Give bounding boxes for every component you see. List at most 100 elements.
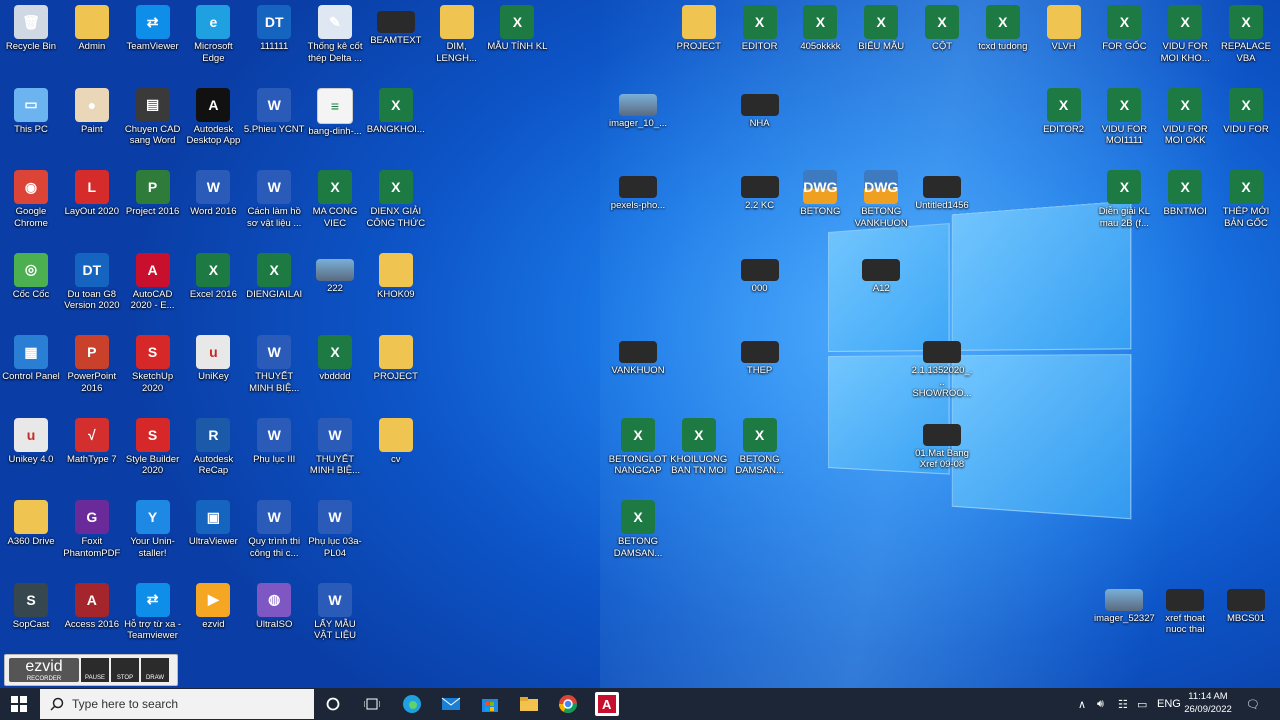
desktop-icon[interactable]: xref thoat nuoc thai (1154, 583, 1216, 636)
store-taskbar-icon[interactable] (478, 692, 502, 716)
desktop-icon[interactable]: X VIDU FOR (1215, 88, 1277, 136)
desktop-icon[interactable]: Xtcxd tudong (972, 5, 1034, 53)
file-explorer-taskbar-icon[interactable] (517, 692, 541, 716)
desktop-icon[interactable]: X THÉP MỚI BẢN GỐC (1215, 170, 1277, 229)
desktop-icon[interactable]: S Style Builder 2020 (122, 418, 184, 477)
desktop-icon[interactable]: W THUYẾT MINH BIỆ... (304, 418, 366, 477)
desktop-icon[interactable]: imager_10_... (607, 88, 669, 130)
cortana-icon[interactable] (321, 692, 345, 716)
desktop-icon[interactable]: L LayOut 2020 (61, 170, 123, 218)
desktop-icon[interactable]: NHA (729, 88, 791, 130)
desktop-icon[interactable]: X BETONG DAMSAN... (607, 500, 669, 559)
desktop-icon[interactable]: X VIDU FOR MOI KHO... (1154, 5, 1216, 64)
show-hidden-icons-button[interactable]: ∧ (1078, 688, 1086, 720)
desktop-icon[interactable]: X Excel 2016 (182, 253, 244, 301)
desktop-icon[interactable]: KHOK09 (365, 253, 427, 301)
desktop-icon[interactable]: PROJECT (365, 335, 427, 383)
desktop-icon[interactable]: ▣ UltraViewer (182, 500, 244, 548)
desktop-icon[interactable]: X DIENX GIẢI CÔNG THỨC (365, 170, 427, 229)
desktop-icon[interactable]: P PowerPoint 2016 (61, 335, 123, 394)
desktop-icon[interactable]: W Phụ lục III (243, 418, 305, 466)
desktop-icon[interactable]: √ MathType 7 (61, 418, 123, 466)
desktop-icon[interactable]: ◉ Google Chrome (0, 170, 62, 229)
desktop-icon[interactable]: ● Paint (61, 88, 123, 136)
draw-button[interactable]: DRAW (141, 658, 169, 682)
desktop-icon[interactable]: ≡ bang-dinh-... (304, 88, 366, 138)
desktop-icon[interactable]: ▤ Chuyen CAD sang Word (122, 88, 184, 147)
desktop-icon[interactable]: X VIDU FOR MOI1111 (1093, 88, 1155, 147)
desktop-icon[interactable]: THEP (729, 335, 791, 377)
desktop-icon[interactable]: P Project 2016 (122, 170, 184, 218)
desktop-icon[interactable]: W Word 2016 (182, 170, 244, 218)
desktop-icon[interactable]: W Cách làm hồ sơ vật liệu ... (243, 170, 305, 229)
desktop-icon[interactable]: 222 (304, 253, 366, 295)
desktop-icon[interactable]: 01.Mat Bang Xref 09-08 (911, 418, 973, 471)
desktop-icon[interactable]: ◍ UltraISO (243, 583, 305, 631)
desktop-icon[interactable]: X BBNTMOI (1154, 170, 1216, 218)
desktop-icon[interactable]: Admin (61, 5, 123, 53)
desktop-icon[interactable]: ▶ ezvid (182, 583, 244, 631)
desktop-icon[interactable]: DT Du toan G8 Version 2020 (61, 253, 123, 312)
desktop-icon[interactable]: imager_52327 (1093, 583, 1155, 625)
desktop-icon[interactable]: 🗑 Recycle Bin (0, 5, 62, 53)
notification-icon[interactable]: 🗨︎ (1246, 688, 1260, 720)
desktop-icon[interactable]: ✎ Thống kê cốt thép Delta ... (304, 5, 366, 64)
desktop-icon[interactable]: 2.1.1352020_... SHOWROO... (911, 335, 973, 400)
desktop-icon[interactable]: G Foxit PhantomPDF (61, 500, 123, 559)
desktop-icon[interactable]: MBCS01 (1215, 583, 1277, 625)
desktop-icon[interactable]: X MẪU TÍNH KL (486, 5, 548, 53)
desktop-icon[interactable]: ⇄ Hỗ trợ từ xa - Teamviewer (122, 583, 184, 642)
desktop-icon[interactable]: X REPALACE VBA (1215, 5, 1277, 64)
desktop-icon[interactable]: ▭ This PC (0, 88, 62, 136)
desktop-icon[interactable]: ▦ Control Panel (0, 335, 62, 383)
desktop-icon[interactable]: VLVH (1033, 5, 1095, 53)
desktop-icon[interactable]: X BETONGLOT NANGCAP (607, 418, 669, 477)
desktop-icon[interactable]: BEAMTEXT (365, 5, 427, 47)
desktop-icon[interactable]: W Quy trình thi công thi c... (243, 500, 305, 559)
desktop-icon[interactable]: S SketchUp 2020 (122, 335, 184, 394)
battery-icon[interactable]: ▭ (1137, 688, 1147, 720)
desktop-icon[interactable]: X VIDU FOR MOI OKK (1154, 88, 1216, 147)
desktop-icon[interactable]: ⇄ TeamViewer (122, 5, 184, 53)
start-button[interactable] (0, 688, 38, 720)
mail-taskbar-icon[interactable] (439, 692, 463, 716)
desktop-icon[interactable]: W 5.Phieu YCNT (243, 88, 305, 136)
desktop-icon[interactable]: A360 Drive (0, 500, 62, 548)
clock[interactable]: 11:14 AM 26/09/2022 (1180, 690, 1236, 716)
desktop-icon[interactable]: X KHOILUONG BAN TN MOI (668, 418, 730, 477)
desktop-icon[interactable]: cv (365, 418, 427, 466)
desktop-icon[interactable]: VANKHUON (607, 335, 669, 377)
ezvid-recorder-toolbar[interactable]: ezvid RECORDER PAUSE STOP DRAW (4, 654, 178, 686)
language-indicator[interactable]: ENG (1157, 688, 1181, 720)
speaker-icon[interactable]: 🔊︎ (1097, 688, 1104, 720)
desktop-icon[interactable]: X BIỂU MẪU (850, 5, 912, 53)
desktop-icon[interactable]: DWG BETONG VANKHUON (850, 170, 912, 229)
network-icon[interactable]: ☷ (1118, 688, 1128, 720)
desktop-icon[interactable]: Xvbdddd (304, 335, 366, 383)
desktop-icon[interactable]: X BETONG DAMSAN... (729, 418, 791, 477)
desktop-icon[interactable]: 000 (729, 253, 791, 295)
desktop-icon[interactable]: X DIENGIAILAI (243, 253, 305, 301)
desktop-icon[interactable]: X BANGKHOI... (365, 88, 427, 136)
desktop-icon[interactable]: u Unikey 4.0 (0, 418, 62, 466)
desktop-icon[interactable]: A Autodesk Desktop App (182, 88, 244, 147)
task-view-icon[interactable] (360, 692, 384, 716)
desktop-icon[interactable]: W THUYẾT MINH BIỆ... (243, 335, 305, 394)
desktop-icon[interactable]: X CỘT (911, 5, 973, 53)
edge-taskbar-icon[interactable] (400, 692, 424, 716)
desktop-icon[interactable]: ◎ Cốc Cốc (0, 253, 62, 301)
desktop-icon[interactable]: A12 (850, 253, 912, 295)
desktop-icon[interactable]: X EDITOR (729, 5, 791, 53)
chrome-taskbar-icon[interactable] (556, 692, 580, 716)
desktop-icon[interactable]: S SopCast (0, 583, 62, 631)
desktop-icon[interactable]: DWG BETONG (789, 170, 851, 218)
desktop-icon[interactable]: A Access 2016 (61, 583, 123, 631)
desktop-icon[interactable]: X MA CONG VIEC (304, 170, 366, 229)
desktop-icon[interactable]: X 405okkkk (789, 5, 851, 53)
taskbar-search-box[interactable]: Type here to search (40, 689, 314, 719)
desktop-icon[interactable]: X EDITOR2 (1033, 88, 1095, 136)
desktop-icon[interactable]: W LẤY MẪU VẬT LIỆU (304, 583, 366, 642)
desktop-icon[interactable]: Untitled1456 (911, 170, 973, 212)
desktop-icon[interactable]: 2.2 KC (729, 170, 791, 212)
stop-button[interactable]: STOP (111, 658, 139, 682)
